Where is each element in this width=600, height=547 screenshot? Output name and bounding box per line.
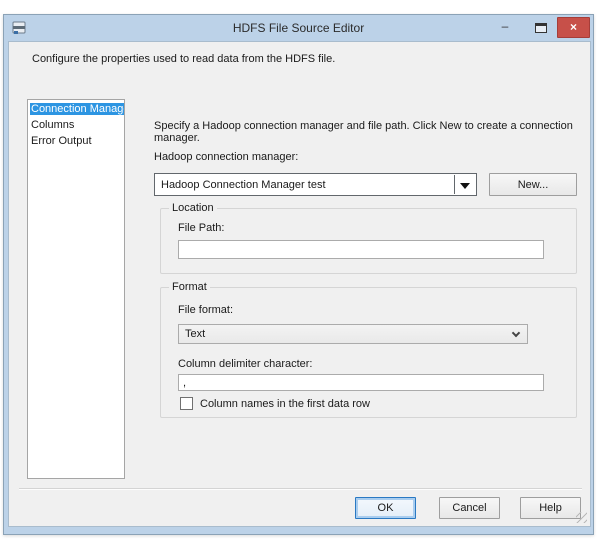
resize-grip[interactable] <box>576 512 587 523</box>
new-connection-button[interactable]: New... <box>489 173 577 196</box>
column-delimiter-label: Column delimiter character: <box>178 358 313 370</box>
maximize-icon[interactable] <box>535 23 547 33</box>
ok-button[interactable]: OK <box>355 497 416 519</box>
dropdown-arrow-icon <box>460 183 470 189</box>
column-names-checkbox[interactable] <box>180 397 193 410</box>
file-path-label: File Path: <box>178 222 224 234</box>
dialog-window: HDFS File Source Editor – × Configure th… <box>3 14 594 535</box>
combobox-selected-value: Hadoop Connection Manager test <box>161 179 450 191</box>
file-format-selected-value: Text <box>185 328 205 340</box>
page-list: Connection Manager Columns Error Output <box>27 99 125 479</box>
list-item-error-output[interactable]: Error Output <box>28 133 124 149</box>
file-format-combobox[interactable]: Text <box>178 324 528 344</box>
footer-separator <box>19 488 582 490</box>
combobox-dropdown-button[interactable] <box>454 175 475 194</box>
location-group-legend: Location <box>169 202 217 214</box>
dialog-body: Configure the properties used to read da… <box>8 41 591 527</box>
column-names-checkbox-label: Column names in the first data row <box>200 398 370 410</box>
help-button[interactable]: Help <box>520 497 581 519</box>
file-format-label: File format: <box>178 304 233 316</box>
cancel-button[interactable]: Cancel <box>439 497 500 519</box>
connection-manager-label: Hadoop connection manager: <box>154 151 298 163</box>
titlebar[interactable]: HDFS File Source Editor – × <box>4 15 593 41</box>
column-delimiter-input[interactable] <box>178 374 544 391</box>
chevron-down-icon <box>512 329 520 337</box>
hadoop-connection-manager-combobox[interactable]: Hadoop Connection Manager test <box>154 173 477 196</box>
list-item-columns[interactable]: Columns <box>28 117 124 133</box>
dialog-description: Configure the properties used to read da… <box>32 53 335 65</box>
format-group-legend: Format <box>169 281 210 293</box>
column-names-checkbox-row: Column names in the first data row <box>180 397 370 411</box>
format-group: Format File format: Text Column delimite… <box>160 287 577 418</box>
list-item-connection-manager[interactable]: Connection Manager <box>28 101 124 117</box>
file-path-input[interactable] <box>178 240 544 259</box>
close-icon[interactable]: × <box>557 17 590 38</box>
minimize-button[interactable]: – <box>495 18 515 36</box>
location-group: Location File Path: <box>160 208 577 274</box>
instruction-text: Specify a Hadoop connection manager and … <box>154 120 578 144</box>
